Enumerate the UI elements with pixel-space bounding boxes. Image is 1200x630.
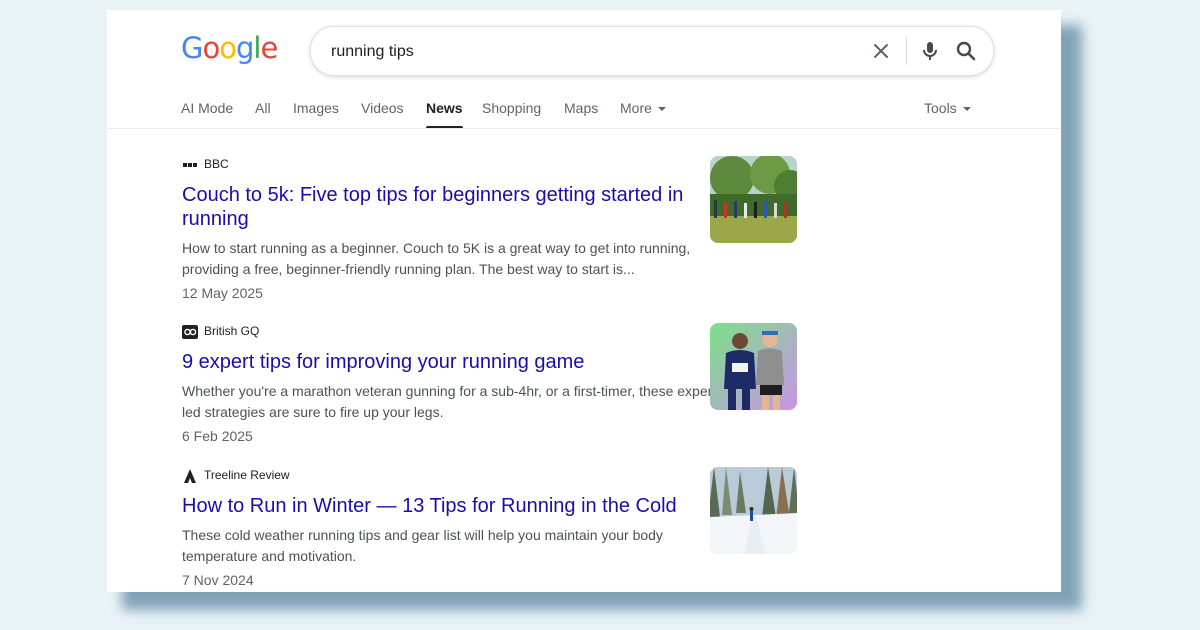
news-result: Treeline Review How to Run in Winter — 1… [182, 468, 722, 588]
search-icon[interactable] [954, 39, 978, 63]
news-result: BBC Couch to 5k: Five top tips for begin… [182, 157, 722, 301]
result-title-link[interactable]: How to Run in Winter — 13 Tips for Runni… [182, 494, 722, 518]
tab-images[interactable]: Images [293, 100, 339, 116]
source-name: Treeline Review [204, 468, 290, 482]
runners-portrait-image [710, 323, 797, 410]
tab-shopping[interactable]: Shopping [482, 100, 541, 116]
winter-trail-image [710, 467, 797, 554]
result-snippet: How to start running as a beginner. Couc… [182, 238, 722, 280]
search-separator [906, 37, 907, 65]
google-logo[interactable]: Google [181, 31, 278, 65]
result-title-link[interactable]: Couch to 5k: Five top tips for beginners… [182, 183, 722, 231]
news-result: British GQ 9 expert tips for improving y… [182, 324, 722, 444]
title-line: 9 expert tips for improving your running… [182, 351, 585, 373]
result-source[interactable]: BBC [182, 157, 722, 173]
result-snippet: Whether you're a marathon veteran gunnin… [182, 381, 722, 423]
chevron-down-icon [657, 107, 666, 112]
tabs-divider [107, 128, 1061, 129]
bbc-logo-icon [183, 163, 197, 167]
runners-park-image [710, 156, 797, 243]
clear-icon[interactable] [869, 39, 893, 63]
snippet-line: These cold weather running tips and gear… [182, 527, 663, 543]
snippet-line: providing a free, beginner-friendly runn… [182, 261, 635, 277]
search-box [310, 26, 994, 76]
chevron-down-icon [962, 107, 971, 112]
result-source[interactable]: British GQ [182, 324, 722, 340]
treeline-logo-icon [184, 469, 196, 483]
tab-more[interactable]: More [620, 100, 666, 116]
tab-maps[interactable]: Maps [564, 100, 598, 116]
result-title-link[interactable]: 9 expert tips for improving your running… [182, 350, 722, 374]
source-name: British GQ [204, 324, 260, 338]
tab-videos[interactable]: Videos [361, 100, 404, 116]
snippet-line: Whether you're a marathon veteran gunnin… [182, 383, 721, 399]
search-results-card: Google AI Mode All Images Videos News Sh… [107, 10, 1061, 592]
title-line: running [182, 208, 249, 230]
tab-news[interactable]: News [426, 100, 463, 129]
result-thumbnail[interactable] [710, 156, 797, 243]
tab-ai-mode[interactable]: AI Mode [181, 100, 233, 116]
snippet-line: led strategies are sure to fire up your … [182, 404, 444, 420]
result-date: 7 Nov 2024 [182, 572, 254, 588]
result-snippet: These cold weather running tips and gear… [182, 525, 722, 567]
result-date: 12 May 2025 [182, 285, 263, 301]
search-input[interactable] [329, 39, 853, 65]
snippet-line: temperature and motivation. [182, 548, 357, 564]
result-date: 6 Feb 2025 [182, 428, 253, 444]
title-line: Couch to 5k: Five top tips for beginners… [182, 184, 684, 206]
result-thumbnail[interactable] [710, 323, 797, 410]
source-name: BBC [204, 157, 229, 171]
tab-all[interactable]: All [255, 100, 271, 116]
result-source[interactable]: Treeline Review [182, 468, 722, 484]
result-thumbnail[interactable] [710, 467, 797, 554]
tools-button[interactable]: Tools [924, 100, 971, 116]
snippet-line: How to start running as a beginner. Couc… [182, 240, 691, 256]
microphone-icon[interactable] [918, 39, 942, 63]
title-line: How to Run in Winter — 13 Tips for Runni… [182, 495, 677, 517]
gq-logo-icon [182, 325, 198, 339]
